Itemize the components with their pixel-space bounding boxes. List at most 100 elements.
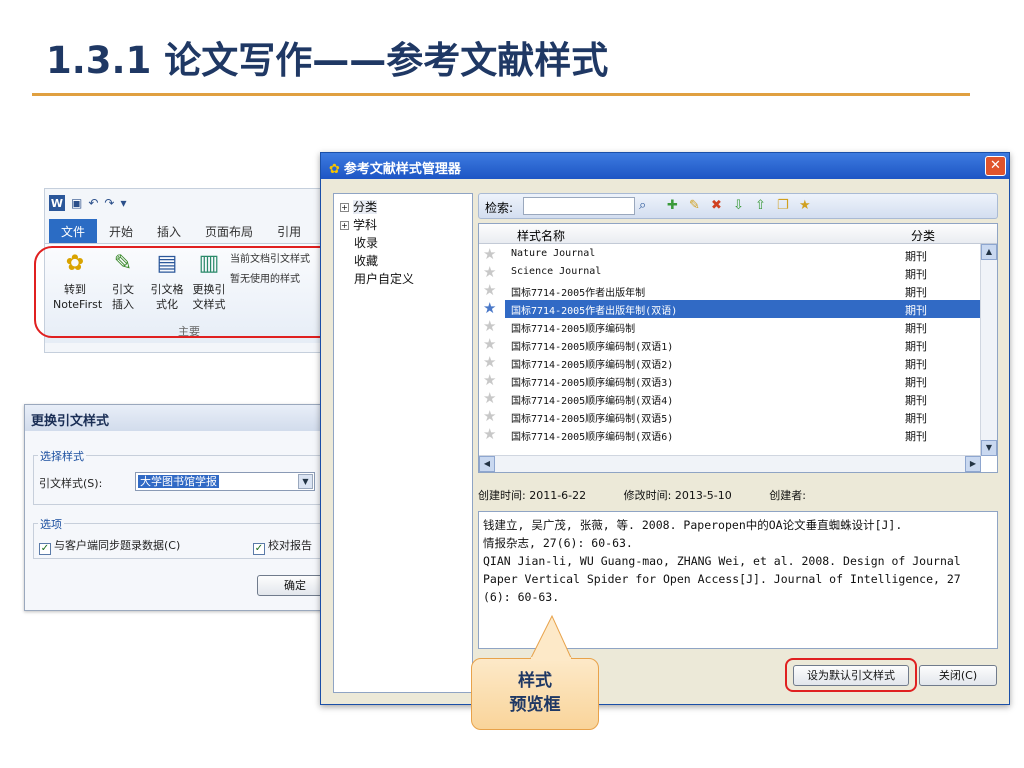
table-row[interactable]: ★ 国标7714-2005作者出版年制 期刊: [479, 282, 981, 300]
tree-label: 学科: [353, 218, 378, 232]
check-report-checkbox[interactable]: ✓ 校对报告: [253, 537, 312, 555]
scroll-down-icon[interactable]: ▼: [981, 440, 997, 456]
style-select-value: 大学图书馆学报: [138, 475, 219, 488]
callout-text: 预览框: [509, 695, 561, 715]
ribbon-tabs: 文件 开始 插入 页面布局 引用: [45, 218, 333, 244]
favorite-icon[interactable]: ★: [799, 198, 811, 213]
star-icon[interactable]: ★: [483, 264, 496, 281]
scroll-up-icon[interactable]: ▲: [981, 244, 997, 260]
sync-checkbox[interactable]: ✓ 与客户端同步题录数据(C): [39, 537, 180, 555]
export-style-icon[interactable]: ⇧: [755, 198, 766, 213]
tab-file[interactable]: 文件: [49, 218, 98, 244]
star-icon[interactable]: ★: [483, 372, 496, 389]
checkbox-label: 校对报告: [268, 539, 312, 552]
default-button-highlight-annotation: [785, 658, 917, 692]
horizontal-scrollbar[interactable]: ◀ ▶: [479, 455, 981, 472]
style-name-cell: 国标7714-2005顺序编码制: [511, 324, 636, 335]
style-name-cell: 国标7714-2005作者出版年制: [511, 288, 646, 299]
tree-item-subject[interactable]: + 学科: [340, 216, 377, 233]
style-name-cell: Science Journal: [511, 266, 602, 277]
ribbon-highlight-annotation: [34, 246, 344, 338]
tab-page-layout[interactable]: 页面布局: [193, 219, 265, 244]
star-icon[interactable]: ★: [483, 390, 496, 407]
column-category[interactable]: 分类: [911, 227, 935, 244]
table-row[interactable]: ★ 国标7714-2005顺序编码制(双语4) 期刊: [479, 390, 981, 408]
preview-line: QIAN Jian-li, WU Guang-mao, ZHANG Wei, e…: [483, 554, 961, 568]
table-row[interactable]: ★ 国标7714-2005顺序编码制(双语3) 期刊: [479, 372, 981, 390]
import-style-icon[interactable]: ⇩: [733, 198, 744, 213]
style-name-cell: 国标7714-2005顺序编码制(双语5): [511, 414, 674, 425]
category-cell: 期刊: [905, 412, 927, 425]
chevron-down-icon[interactable]: ▼: [298, 474, 313, 489]
delete-style-icon[interactable]: ✖: [711, 198, 722, 213]
customize-icon[interactable]: ▾: [120, 196, 126, 210]
column-style-name[interactable]: 样式名称: [517, 227, 565, 244]
save-icon[interactable]: ▣: [71, 196, 82, 210]
table-row[interactable]: ★ Nature Journal 期刊: [479, 246, 981, 264]
style-list: 样式名称 分类 ★ Nature Journal 期刊 ★ Science Journa…: [478, 223, 998, 473]
created-time: 创建时间: 2011-6-22: [478, 489, 587, 502]
creator: 创建者:: [769, 489, 806, 502]
tree-item-indexed[interactable]: 收录: [354, 234, 378, 251]
style-metadata: 创建时间: 2011-6-22 修改时间: 2013-5-10 创建者:: [478, 487, 806, 503]
close-button[interactable]: 关闭(C): [919, 665, 997, 686]
tab-insert[interactable]: 插入: [145, 219, 193, 244]
table-row[interactable]: ★ 国标7714-2005顺序编码制(双语2) 期刊: [479, 354, 981, 372]
scroll-left-icon[interactable]: ◀: [479, 456, 495, 472]
category-cell: 期刊: [905, 286, 927, 299]
word-logo-icon: W: [49, 195, 65, 211]
preview-box-callout: 样式 预览框: [471, 658, 599, 730]
star-icon[interactable]: ★: [483, 300, 496, 317]
close-icon[interactable]: ✕: [985, 156, 1006, 176]
style-select[interactable]: 大学图书馆学报 ▼: [135, 472, 315, 491]
star-icon[interactable]: ★: [483, 282, 496, 299]
tree-item-category[interactable]: + 分类: [340, 198, 378, 215]
checkbox-checked-icon[interactable]: ✓: [39, 543, 51, 555]
callout-text: 样式: [518, 671, 552, 691]
edit-style-icon[interactable]: ✎: [689, 198, 700, 213]
group-title: 选择样式: [38, 448, 86, 464]
star-icon[interactable]: ★: [483, 336, 496, 353]
category-cell: 期刊: [905, 394, 927, 407]
expand-icon[interactable]: +: [340, 221, 349, 230]
preview-line: (6): 60-63.: [483, 590, 560, 604]
copy-style-icon[interactable]: ❐: [777, 198, 789, 213]
table-row[interactable]: ★ 国标7714-2005顺序编码制 期刊: [479, 318, 981, 336]
style-name-cell: 国标7714-2005作者出版年制(双语): [511, 306, 678, 317]
redo-icon[interactable]: ↷: [104, 196, 114, 210]
category-cell: 期刊: [905, 250, 927, 263]
star-icon[interactable]: ★: [483, 354, 496, 371]
category-cell: 期刊: [905, 322, 927, 335]
checkbox-checked-icon[interactable]: ✓: [253, 543, 265, 555]
quick-access-toolbar: W ▣ ↶ ↷ ▾: [45, 189, 333, 217]
table-row[interactable]: ★ Science Journal 期刊: [479, 264, 981, 282]
add-style-icon[interactable]: ✚: [667, 198, 678, 213]
tree-item-custom[interactable]: 用户自定义: [354, 270, 414, 287]
table-row[interactable]: ★ 国标7714-2005作者出版年制(双语) 期刊: [479, 300, 981, 318]
slide-title: 1.3.1 论文写作——参考文献样式: [46, 39, 609, 82]
star-icon[interactable]: ★: [483, 408, 496, 425]
search-input[interactable]: [523, 197, 635, 215]
style-preview-box: 钱建立, 吴广茂, 张薇, 等. 2008. Paperopen中的OA论文垂直…: [478, 511, 998, 649]
tab-references[interactable]: 引用: [265, 219, 313, 244]
title-divider: [32, 93, 970, 96]
star-icon[interactable]: ★: [483, 318, 496, 335]
star-icon[interactable]: ★: [483, 246, 496, 263]
scroll-right-icon[interactable]: ▶: [965, 456, 981, 472]
vertical-scrollbar[interactable]: ▲ ▼: [980, 244, 997, 456]
table-row[interactable]: ★ 国标7714-2005顺序编码制(双语1) 期刊: [479, 336, 981, 354]
search-icon[interactable]: ⌕: [639, 198, 646, 213]
expand-icon[interactable]: +: [340, 203, 349, 212]
preview-line: 情报杂志, 27(6): 60-63.: [483, 536, 633, 550]
table-row[interactable]: ★ 国标7714-2005顺序编码制(双语5) 期刊: [479, 408, 981, 426]
preview-line: Paper Vertical Spider for Open Access[J]…: [483, 572, 961, 586]
tree-item-favorites[interactable]: 收藏: [354, 252, 378, 269]
table-row[interactable]: ★ 国标7714-2005顺序编码制(双语6) 期刊: [479, 426, 981, 444]
star-icon[interactable]: ★: [483, 426, 496, 443]
style-name-cell: 国标7714-2005顺序编码制(双语4): [511, 396, 674, 407]
undo-icon[interactable]: ↶: [88, 196, 98, 210]
group-title: 选项: [38, 516, 64, 532]
preview-line: 钱建立, 吴广茂, 张薇, 等. 2008. Paperopen中的OA论文垂直…: [483, 518, 903, 532]
tab-home[interactable]: 开始: [97, 219, 145, 244]
manager-toolbar: 检索: ⌕ ✚ ✎ ✖ ⇩ ⇧ ❐ ★: [478, 193, 998, 219]
